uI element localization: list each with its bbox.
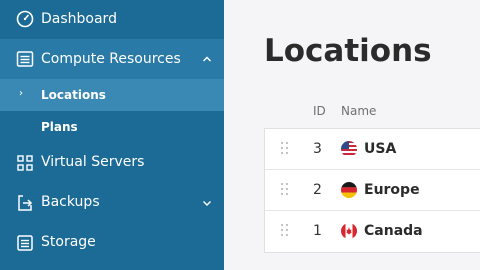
- sidebar-item-compute-resources[interactable]: Compute Resources: [0, 39, 224, 79]
- de-flag-icon: [341, 182, 357, 198]
- table-row[interactable]: 2 Europe: [265, 170, 480, 211]
- list-icon: [16, 51, 34, 67]
- sidebar-item-label: Virtual Servers: [41, 154, 145, 170]
- gauge-icon: [16, 10, 34, 28]
- sidebar-subitem-label: Locations: [41, 88, 106, 102]
- drag-handle-icon[interactable]: [281, 142, 289, 156]
- locations-table: 3 USA 2 Europe 1 Canada: [264, 128, 480, 253]
- row-id: 2: [313, 182, 322, 198]
- sidebar-subitem-plans[interactable]: Plans: [0, 111, 224, 143]
- chevron-down-icon[interactable]: [202, 198, 212, 208]
- table-row[interactable]: 1 Canada: [265, 211, 480, 252]
- chevron-up-icon[interactable]: [202, 54, 212, 64]
- sidebar-subitem-locations[interactable]: › Locations: [0, 79, 224, 111]
- row-name: Europe: [364, 182, 420, 198]
- sidebar-item-label: Storage: [41, 234, 96, 250]
- ca-flag-icon: [341, 223, 357, 239]
- row-id: 3: [313, 141, 322, 157]
- storage-icon: [17, 235, 33, 251]
- column-header-id[interactable]: ID: [313, 104, 326, 118]
- us-flag-icon: [341, 141, 357, 157]
- sidebar-item-label: Backups: [41, 194, 100, 210]
- main-content: Locations ID Name 3 USA 2 Europe 1 Canad…: [224, 0, 480, 270]
- sidebar-item-backups[interactable]: Backups: [0, 188, 224, 218]
- server-icon: [17, 155, 33, 171]
- row-name: Canada: [364, 223, 423, 239]
- chevron-right-icon: ›: [19, 88, 23, 99]
- sidebar-item-dashboard[interactable]: Dashboard: [0, 5, 224, 33]
- sidebar-subitem-label: Plans: [41, 120, 78, 134]
- sidebar: Dashboard Compute Resources › Locations …: [0, 0, 224, 270]
- backup-icon: [18, 195, 33, 211]
- sidebar-item-storage[interactable]: Storage: [0, 228, 224, 258]
- sidebar-item-label: Compute Resources: [41, 51, 181, 67]
- sidebar-item-label: Dashboard: [41, 11, 117, 27]
- drag-handle-icon[interactable]: [281, 224, 289, 238]
- column-header-name[interactable]: Name: [341, 104, 376, 118]
- sidebar-item-virtual-servers[interactable]: Virtual Servers: [0, 148, 224, 178]
- table-row[interactable]: 3 USA: [265, 129, 480, 170]
- row-id: 1: [313, 223, 322, 239]
- page-title: Locations: [264, 33, 432, 69]
- drag-handle-icon[interactable]: [281, 183, 289, 197]
- row-name: USA: [364, 141, 397, 157]
